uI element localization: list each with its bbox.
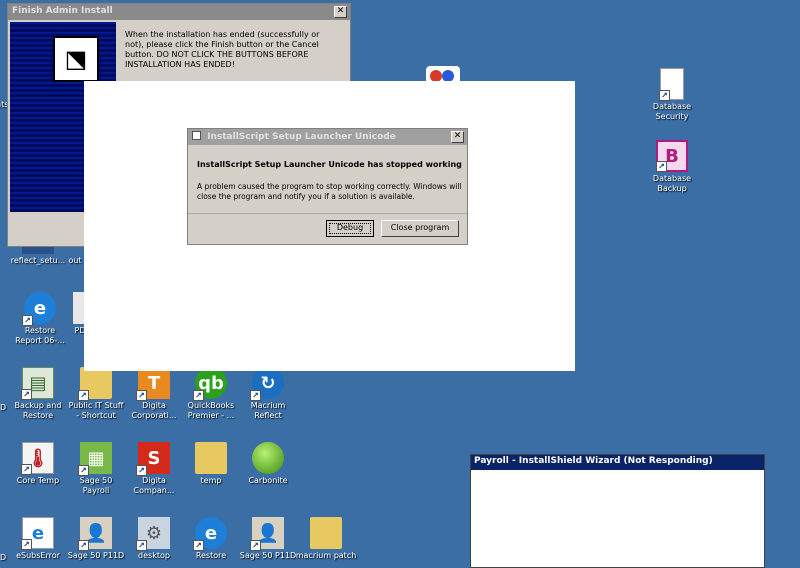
finish-window-titlebar[interactable]: Finish Admin Install ✕ [8,4,350,20]
wizard-window-titlebar[interactable]: Payroll - InstallShield Wizard (Not Resp… [471,455,764,470]
user-icon: 👤 ↗ [78,517,112,551]
finish-window-title: Finish Admin Install [12,6,113,16]
wizard-window-title: Payroll - InstallShield Wizard (Not Resp… [474,456,713,466]
sage-payroll-icon: ▦ ↗ [78,442,112,476]
debug-button[interactable]: Debug [326,220,374,237]
error-dialog[interactable]: InstallScript Setup Launcher Unicode ✕ I… [187,128,468,245]
folder-icon [310,517,342,549]
desktop-icon-macrium-reflect[interactable]: ↻ ↗ Macrium Reflect [234,367,302,421]
desktop-icon-restore-report[interactable]: e ↗ Restore Report 06-... [6,292,74,346]
error-dialog-heading: InstallScript Setup Launcher Unicode has… [197,160,462,169]
desktop-icon-database-security[interactable]: ↗ Database Security [638,68,706,122]
folder-icon [195,442,227,474]
install-box-icon: ⬔ [53,36,99,82]
folder-icon: ↗ [78,367,112,401]
desktop-icon-partial-d-1[interactable]: D [0,403,10,413]
app-window-icon [192,131,201,140]
user-icon: 👤 ↗ [250,517,284,551]
finish-window-message: When the installation has ended (success… [125,30,320,69]
desktop-icon-partial-d-2[interactable]: D [0,553,10,563]
backup-restore-icon: ▤ ↗ [21,367,54,400]
macrium-reflect-icon: ↻ ↗ [250,367,284,401]
carbonite-icon [252,442,284,474]
error-dialog-separator [188,213,467,214]
error-dialog-title: InstallScript Setup Launcher Unicode [207,132,396,142]
digita-corporate-icon: T ↗ [136,367,170,401]
close-program-button[interactable]: Close program [381,220,459,237]
internet-explorer-icon: e ↗ [22,292,56,326]
error-dialog-body: A problem caused the program to stop wor… [197,182,462,201]
desktop-icon-macrium-patch[interactable]: macrium patch [292,517,360,561]
quickbooks-icon: qb ↗ [193,367,227,401]
finish-window-close-button[interactable]: ✕ [334,6,347,18]
thermometer-icon: 🌡 ↗ [21,442,54,475]
installshield-wizard-window[interactable]: Payroll - InstallShield Wizard (Not Resp… [470,454,765,568]
digita-company-icon: S ↗ [136,442,170,476]
web-document-icon: e ↗ [21,517,54,550]
database-backup-icon: B ↗ [656,140,688,172]
error-dialog-titlebar[interactable]: InstallScript Setup Launcher Unicode ✕ [188,129,467,145]
gear-icon: ⚙ ↗ [136,517,170,551]
desktop-icon-carbonite[interactable]: Carbonite [234,442,302,486]
blank-document-icon: ↗ [659,68,684,101]
desktop-icon-database-backup[interactable]: B ↗ Database Backup [638,140,706,194]
internet-explorer-icon: e ↗ [193,517,227,551]
error-dialog-close-button[interactable]: ✕ [451,131,464,143]
